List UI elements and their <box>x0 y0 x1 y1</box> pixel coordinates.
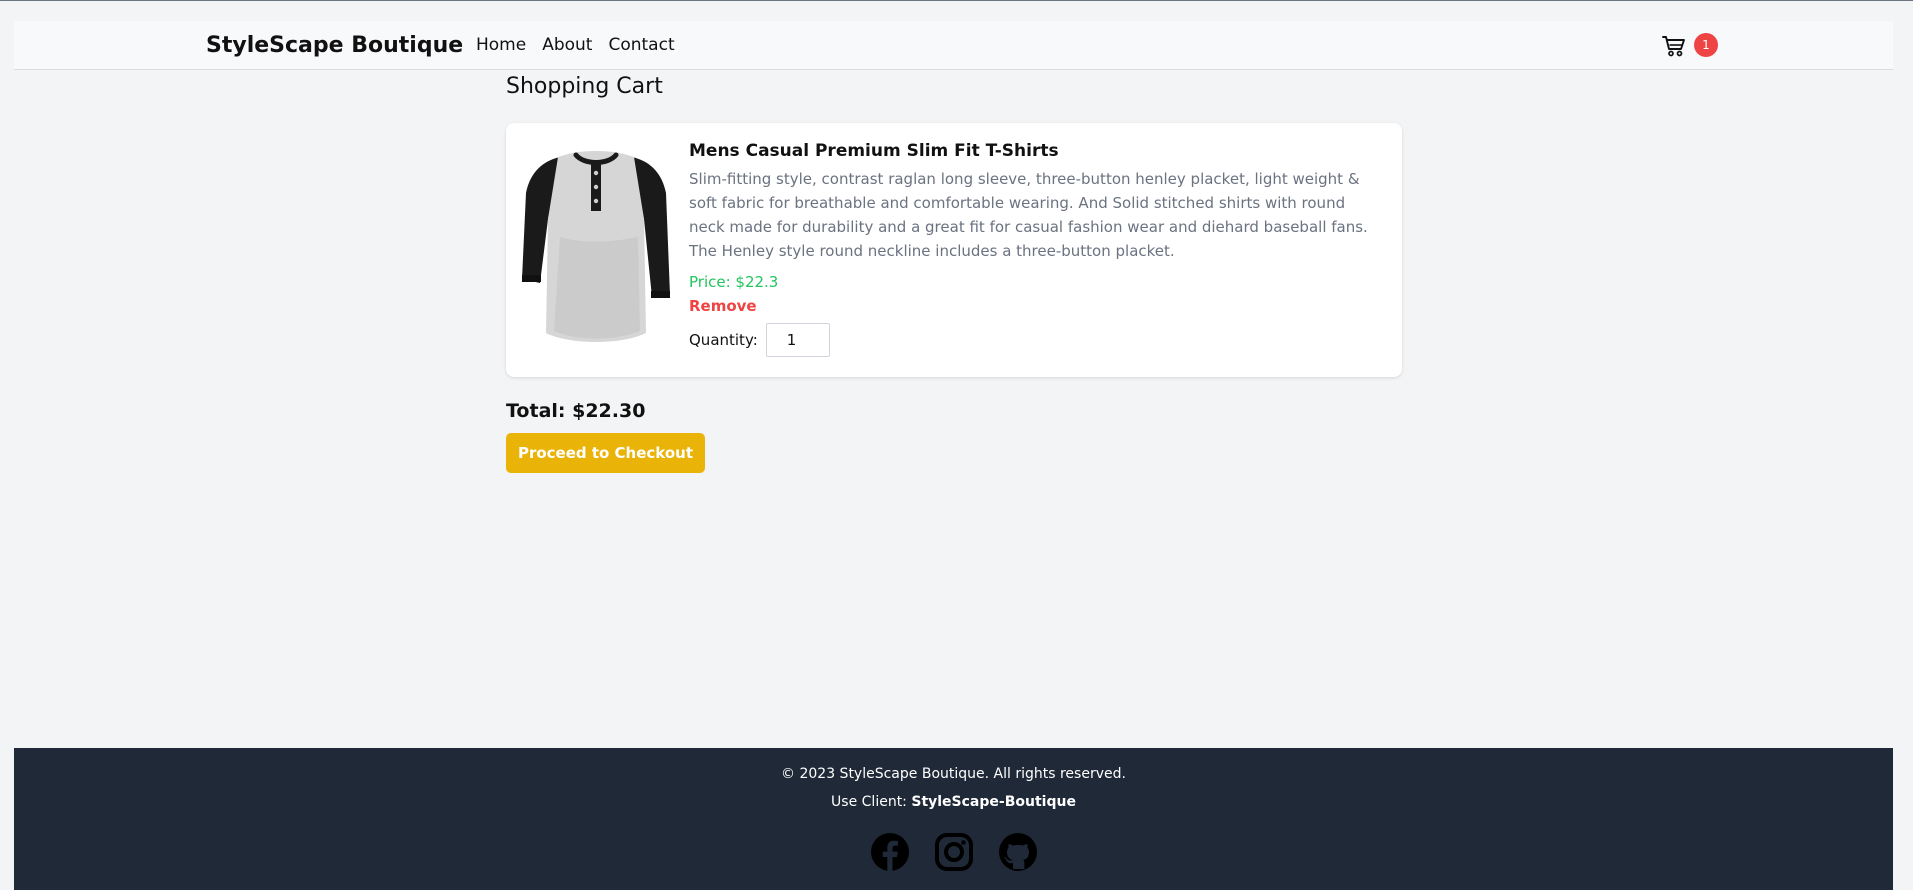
page-title: Shopping Cart <box>506 74 663 99</box>
nav-link-home[interactable]: Home <box>476 35 526 55</box>
product-name: Mens Casual Premium Slim Fit T-Shirts <box>689 141 1059 161</box>
client-name: StyleScape-Boutique <box>911 794 1076 810</box>
remove-item-button[interactable]: Remove <box>689 297 757 315</box>
footer: © 2023 StyleScape Boutique. All rights r… <box>14 748 1893 890</box>
copyright-text: © 2023 StyleScape Boutique. All rights r… <box>781 766 1126 782</box>
quantity-input[interactable] <box>765 323 830 357</box>
quantity-label: Quantity: <box>689 331 758 349</box>
facebook-icon[interactable] <box>870 832 910 872</box>
nav-link-contact[interactable]: Contact <box>608 35 674 55</box>
nav-link-about[interactable]: About <box>542 35 592 55</box>
instagram-icon[interactable] <box>934 832 974 872</box>
checkout-button[interactable]: Proceed to Checkout <box>506 433 705 473</box>
client-prefix: Use Client: <box>831 794 912 810</box>
navbar: StyleScape Boutique Home About Contact 1 <box>14 21 1893 70</box>
shopping-cart-icon <box>1662 36 1685 57</box>
product-info: Mens Casual Premium Slim Fit T-Shirts Sl… <box>689 141 1385 357</box>
cart-count-badge: 1 <box>1694 33 1718 57</box>
nav-links: Home About Contact <box>476 35 675 55</box>
app-window: StyleScape Boutique Home About Contact 1… <box>0 0 1913 890</box>
github-icon[interactable] <box>998 832 1038 872</box>
cart-button[interactable]: 1 <box>1650 33 1718 59</box>
product-description: Slim-fitting style, contrast raglan long… <box>689 170 1368 260</box>
cart-total: Total: $22.30 <box>506 400 646 422</box>
product-image <box>522 151 670 342</box>
brand-logo-link[interactable]: StyleScape Boutique <box>206 33 463 58</box>
social-links <box>14 832 1893 872</box>
client-line: Use Client: StyleScape-Boutique <box>14 794 1893 810</box>
quantity-row: Quantity: <box>689 323 1385 357</box>
cart-item-card: Mens Casual Premium Slim Fit T-Shirts Sl… <box>506 123 1402 377</box>
product-price: Price: $22.3 <box>689 273 779 291</box>
